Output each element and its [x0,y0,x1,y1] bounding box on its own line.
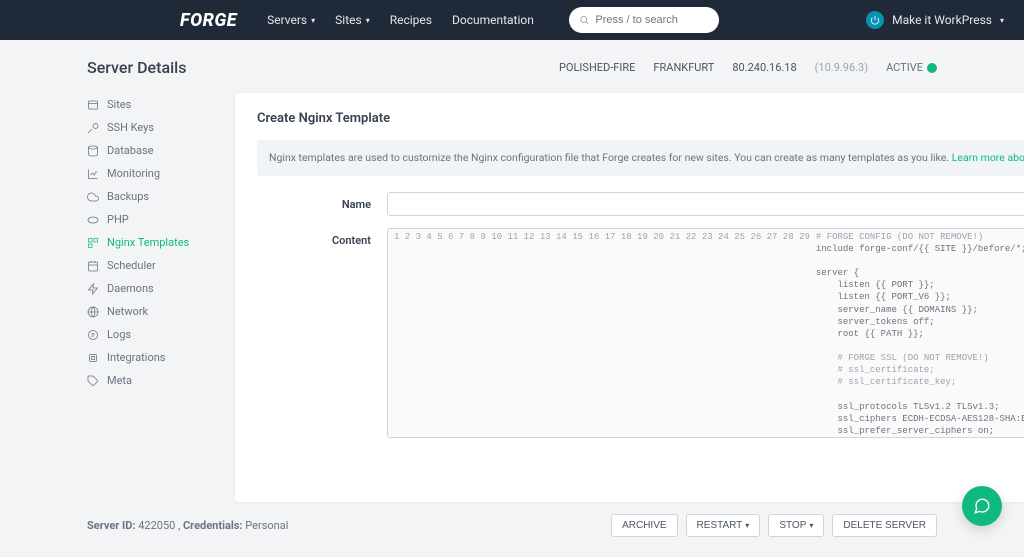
database-icon [87,145,99,157]
sidebar-item-database[interactable]: Database [87,139,217,162]
server-private-ip: (10.9.96.3) [815,61,868,74]
name-input[interactable] [387,192,1024,216]
name-label: Name [257,192,387,211]
logo: FORGE [20,10,237,31]
templates-icon [87,237,99,249]
account-menu[interactable]: Make it WorkPress ▾ [866,11,1004,29]
sidebar-item-meta[interactable]: Meta [87,369,217,392]
delete-server-button[interactable]: DELETE SERVER [832,514,937,537]
server-name: POLISHED-FIRE [559,61,635,74]
chevron-down-icon: ▾ [366,16,370,25]
stop-button[interactable]: STOP▾ [768,514,824,537]
info-banner: Nginx templates are used to customize th… [257,140,1024,176]
topbar: FORGE Servers▾ Sites▾ Recipes Documentat… [0,0,1024,40]
nav-recipes[interactable]: Recipes [390,13,432,27]
bolt-icon [87,283,99,295]
line-gutter: 1 2 3 4 5 6 7 8 9 10 11 12 13 14 15 16 1… [388,231,816,438]
top-nav: Servers▾ Sites▾ Recipes Documentation [267,7,719,33]
nav-servers[interactable]: Servers▾ [267,13,315,27]
chart-icon [87,168,99,180]
page-title: Server Details [87,58,186,77]
plug-icon [87,352,99,364]
cloud-icon [87,191,99,203]
chevron-down-icon: ▾ [1000,16,1004,25]
sidebar-item-backups[interactable]: Backups [87,185,217,208]
sidebar-item-nginx-templates[interactable]: Nginx Templates [87,231,217,254]
key-icon [87,122,99,134]
globe-icon [87,306,99,318]
chevron-down-icon: ▾ [745,521,749,530]
server-meta: POLISHED-FIRE FRANKFURT 80.240.16.18 (10… [559,61,937,74]
footer-meta: Server ID: 422050 , Credentials: Persona… [87,519,288,532]
php-icon [87,214,99,226]
sidebar-item-ssh-keys[interactable]: SSH Keys [87,116,217,139]
footer: Server ID: 422050 , Credentials: Persona… [87,502,937,557]
document-icon [87,329,99,341]
chevron-down-icon: ▾ [311,16,315,25]
search-input[interactable] [595,14,709,26]
sidebar-item-sites[interactable]: Sites [87,93,217,116]
page-header: Server Details POLISHED-FIRE FRANKFURT 8… [87,58,937,77]
check-icon [927,63,937,73]
main-card: Create Nginx Template Nginx templates ar… [235,93,1024,502]
code-text[interactable]: # FORGE CONFIG (DO NOT REMOVE!) include … [816,231,1024,438]
search-box[interactable] [569,7,719,33]
sidebar-item-php[interactable]: PHP [87,208,217,231]
nav-documentation[interactable]: Documentation [452,13,534,27]
help-fab[interactable] [962,486,1002,526]
content-label: Content [257,228,387,247]
sidebar-item-integrations[interactable]: Integrations [87,346,217,369]
sidebar-item-network[interactable]: Network [87,300,217,323]
restart-button[interactable]: RESTART▾ [686,514,761,537]
server-ip: 80.240.16.18 [732,61,796,74]
sidebar: Sites SSH Keys Database Monitoring Backu… [87,93,217,392]
sidebar-item-logs[interactable]: Logs [87,323,217,346]
server-region: FRANKFURT [653,61,714,74]
chat-icon [973,497,991,515]
status-badge: ACTIVE [886,61,937,74]
power-icon [866,11,884,29]
calendar-icon [87,260,99,272]
sidebar-item-monitoring[interactable]: Monitoring [87,162,217,185]
archive-button[interactable]: ARCHIVE [611,514,677,537]
learn-more-link[interactable]: Learn more about Nginx templates. [952,151,1024,164]
search-icon [579,14,589,26]
card-title: Create Nginx Template [257,111,1024,126]
sidebar-item-scheduler[interactable]: Scheduler [87,254,217,277]
nav-sites[interactable]: Sites▾ [335,13,370,27]
tag-icon [87,375,99,387]
chevron-down-icon: ▾ [809,521,813,530]
sidebar-item-daemons[interactable]: Daemons [87,277,217,300]
code-editor[interactable]: 1 2 3 4 5 6 7 8 9 10 11 12 13 14 15 16 1… [387,228,1024,438]
window-icon [87,99,99,111]
